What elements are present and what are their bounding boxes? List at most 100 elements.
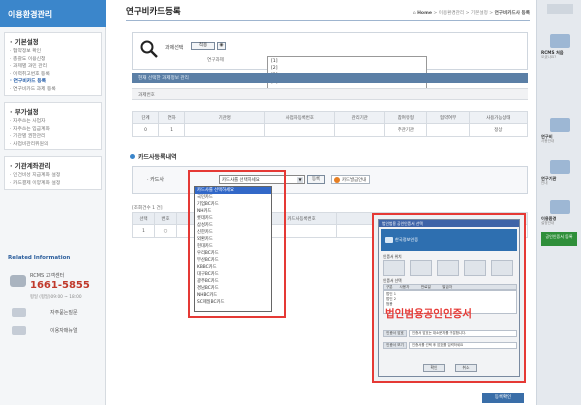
card-company-option[interactable]: 기업BC카드 bbox=[195, 201, 271, 208]
col-stage: 단계 bbox=[131, 111, 160, 124]
sidebar-item-card-account[interactable]: · 카드결제 이양계좌 설정 bbox=[10, 180, 96, 188]
sidebar-item-committee[interactable]: · 사업비관리위원의 bbox=[10, 141, 96, 149]
task-search-panel: 과제선택 적용 ◉ 연구과제 [1] [2] [3] [4] bbox=[132, 32, 528, 95]
col-year: 연차 bbox=[158, 111, 186, 124]
col-manager: 관리기관 bbox=[334, 111, 386, 124]
sidebar-item-salary-account[interactable]: · 인건비성 지급계좌 설정 bbox=[10, 172, 96, 180]
title-divider bbox=[126, 20, 530, 21]
breadcrumb-home[interactable]: Home bbox=[417, 11, 432, 16]
cell-manager bbox=[334, 123, 386, 137]
card-register-button[interactable]: 등록 bbox=[307, 175, 325, 184]
sidebar-item-apply[interactable]: · 총괄도 이용신청 bbox=[10, 56, 96, 64]
call-center-hours: 평일 (평일)09:00 ~ 18:00 bbox=[30, 295, 82, 300]
card-company-option[interactable]: KBBC카드 bbox=[195, 264, 271, 271]
sidebar-group-title: · 기관계좌관리 bbox=[10, 162, 51, 170]
card-company-option[interactable]: 부산BC카드 bbox=[195, 257, 271, 264]
faq-link[interactable]: 자주묻는질문 bbox=[12, 307, 102, 319]
sidebar-group-basic: · 기본설정 · 협약정보 확인 · 총괄도 이용신청 · 과제별 과민 관리 … bbox=[4, 32, 102, 96]
quick-panel-header bbox=[547, 4, 573, 14]
quick-item-sub: 안내 bbox=[541, 181, 548, 185]
register-confirm-button[interactable]: 등록확인 bbox=[482, 393, 524, 403]
card-company-option[interactable]: 경남BC카드 bbox=[195, 285, 271, 292]
card-company-option[interactable]: NHBC카드 bbox=[195, 292, 271, 299]
cert-location-mobile[interactable] bbox=[464, 260, 486, 276]
page-title: 연구비카드등록 bbox=[126, 7, 181, 17]
cell-year: 1 bbox=[158, 123, 186, 137]
certificate-banner-text: 한국정보인증 bbox=[395, 237, 419, 242]
sidebar-item-task-admin[interactable]: · 과제별 과민 관리 bbox=[10, 63, 96, 71]
card-company-option[interactable]: 카드사를 선택하세요 bbox=[195, 187, 271, 194]
cert-view-label[interactable]: 인증서 보기 bbox=[383, 342, 407, 349]
related-info: Related Information RCMS 고객센터 1661-5855 … bbox=[0, 255, 106, 335]
card-issue-notice-button[interactable]: 카드발급안내 bbox=[331, 175, 371, 184]
card-company-option[interactable]: 우리BC카드 bbox=[195, 250, 271, 257]
cert-cancel-button[interactable]: 취소 bbox=[455, 364, 477, 372]
card-company-option[interactable]: 현대카드 bbox=[195, 243, 271, 250]
cert-location-tiles bbox=[383, 260, 517, 276]
task-option[interactable]: [1] bbox=[271, 58, 423, 65]
call-center-number: 1661-5855 bbox=[30, 280, 90, 291]
cell-business-number bbox=[264, 123, 336, 137]
card-company-option[interactable]: NH카드 bbox=[195, 208, 271, 215]
card-company-dropdown-list[interactable]: 카드사를 선택하세요 국민카드 기업BC카드 NH카드 롯데카드 삼성카드 신한카드 외환카드… bbox=[194, 186, 272, 312]
card-company-option[interactable]: 국민카드 bbox=[195, 194, 271, 201]
sidebar-item-agreement[interactable]: · 협약정보 확인 bbox=[10, 48, 96, 56]
cert-location-other[interactable] bbox=[491, 260, 513, 276]
manual-link[interactable]: 이용자매뉴얼 bbox=[12, 325, 102, 337]
certificate-dialog-title: 법인범용 공인인증서 선택 bbox=[379, 220, 519, 227]
cert-password-input[interactable]: 인증서 암호는 대소문자를 구분합니다. bbox=[409, 330, 517, 337]
card-company-option[interactable]: 광주BC카드 bbox=[195, 278, 271, 285]
manual-icon bbox=[12, 326, 26, 335]
row-radio[interactable]: ○ bbox=[154, 224, 177, 238]
sidebar-item-card-task-register[interactable]: · 연구비카드 과제 등록 bbox=[10, 86, 96, 94]
research-task-label: 연구과제 bbox=[207, 58, 224, 63]
task-number-row: 과제번호 bbox=[132, 88, 528, 100]
breadcrumb: ⌂ Home > 이용환경관리 > 기본설정 > 연구비카드사 등록 bbox=[412, 11, 530, 16]
cert-location-token[interactable] bbox=[437, 260, 459, 276]
card-company-option[interactable]: 외환카드 bbox=[195, 236, 271, 243]
col-institution: 기관명 bbox=[184, 111, 266, 124]
sidebar-item-permissions[interactable]: · 기관별 권한관리 bbox=[10, 133, 96, 141]
cell-status: 정상 bbox=[468, 123, 529, 137]
cert-overlay-caption: 법인범용공인인증서 bbox=[385, 308, 472, 320]
quick-item-research-fund[interactable]: 연구비 사용안내 bbox=[541, 118, 579, 144]
cell-row-number: 1 bbox=[132, 224, 155, 238]
related-info-title: Related Information bbox=[8, 255, 71, 261]
sidebar-title: 이용환경관리 bbox=[0, 0, 106, 27]
sidebar-item-history-number[interactable]: · 이력취고번호 등록 bbox=[10, 71, 96, 79]
phone-icon bbox=[10, 275, 26, 287]
chevron-down-icon[interactable]: ▼ bbox=[297, 177, 303, 183]
card-section-title: 카드사등록내역 bbox=[130, 152, 177, 161]
breadcrumb-subsection[interactable]: 기본설정 bbox=[471, 11, 488, 16]
task-reset-button[interactable]: ◉ bbox=[217, 42, 226, 50]
quick-item-first-visit[interactable]: RCMS 처음 오셨나요? bbox=[541, 34, 579, 60]
task-apply-button[interactable]: 적용 bbox=[191, 42, 215, 50]
task-option[interactable]: [2] bbox=[271, 65, 423, 72]
certificate-register-badge[interactable]: 공인인증서 등록 bbox=[541, 232, 577, 246]
card-company-option[interactable]: 대구BC카드 bbox=[195, 271, 271, 278]
quick-item-institution[interactable]: 연구기관 안내 bbox=[541, 160, 579, 186]
sidebar-item-frequent-account[interactable]: · 자주쓰는 입금계좌 bbox=[10, 126, 96, 134]
gear-icon bbox=[550, 200, 570, 214]
card-company-option[interactable]: 신한카드 bbox=[195, 229, 271, 236]
cert-location-removable[interactable] bbox=[410, 260, 432, 276]
cert-location-harddisk[interactable] bbox=[383, 260, 405, 276]
sidebar-item-frequent-business[interactable]: · 자주쓰는 사업자 bbox=[10, 118, 96, 126]
card-company-option[interactable]: 삼성카드 bbox=[195, 222, 271, 229]
cell-institution bbox=[184, 123, 266, 137]
col-select: 선택 bbox=[132, 212, 155, 225]
cert-password-label: 인증서 암호 bbox=[383, 330, 407, 337]
sidebar-group-title: · 기본설정 bbox=[10, 38, 39, 46]
table-header-row: 단계 연차 기관명 사업자등록번호 관리기관 참여유형 협약여부 사용가능상태 bbox=[131, 111, 529, 124]
quick-item-environment[interactable]: 이용환경 설정안내 bbox=[541, 200, 579, 226]
table-row: 0 1 주관기관 정상 bbox=[131, 123, 529, 137]
cell-agreement bbox=[426, 123, 470, 137]
certificate-logo-icon bbox=[385, 237, 393, 243]
card-company-option[interactable]: SC제일BC카드 bbox=[195, 299, 271, 306]
breadcrumb-section[interactable]: 이용환경관리 bbox=[439, 11, 464, 16]
sidebar-item-card-register[interactable]: · 연구비카드 등록 bbox=[10, 78, 96, 86]
quick-item-sub: 오셨나요? bbox=[541, 55, 557, 59]
card-company-option[interactable]: 롯데카드 bbox=[195, 215, 271, 222]
cert-ok-button[interactable]: 확인 bbox=[423, 364, 445, 372]
call-center-label: RCMS 고객센터 bbox=[30, 273, 65, 279]
